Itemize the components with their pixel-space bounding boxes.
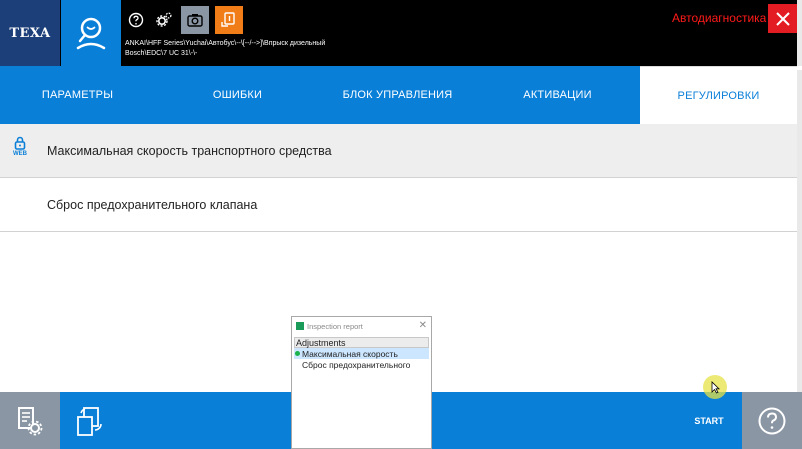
start-button[interactable]: START [684,392,734,449]
mouse-pointer-icon [711,381,720,394]
inspection-report-titlebar: Inspection report [292,317,431,335]
question-circle-icon [758,407,786,434]
adjustment-row-valve-reset[interactable]: Сброс предохранительного клапана [0,178,797,232]
person-search-icon [76,17,106,50]
screenshot-button[interactable] [181,6,209,34]
report-item-label: Максимальная скорость [302,348,398,359]
gears-icon [156,12,172,27]
tab-parameters[interactable]: ПАРАМЕТРЫ [0,66,155,124]
close-icon [775,11,790,26]
question-icon [128,12,144,28]
diagnostic-plug-icon [221,12,235,27]
inspection-report-title: Inspection report [307,321,363,331]
vehicle-path-line-1: ANKAI\HFF Series\Yuchai\Автобус\--\[--/-… [125,40,326,47]
report-item-max-speed[interactable]: Максимальная скорость [294,348,429,359]
close-button[interactable] [768,4,797,33]
vehicle-search-button[interactable] [61,0,121,66]
texa-app-window: TEXA ANKAI\HFF Series\Yuchai\Автобус\--\… [0,0,802,449]
texa-logo: TEXA [0,0,60,66]
adjustment-label: Максимальная скорость транспортного сред… [47,143,332,158]
document-settings-icon [18,406,43,435]
logo-text: TEXA [9,25,51,41]
vehicle-connection-button[interactable] [215,6,243,34]
adjustment-label: Сброс предохранительного клапана [47,197,258,212]
top-header: TEXA ANKAI\HFF Series\Yuchai\Автобус\--\… [0,0,802,66]
header-toolbar [125,6,243,34]
web-badge-text: WEB [13,151,27,157]
document-sync-icon [77,407,102,436]
inspection-report-close-icon[interactable]: ✕ [419,320,427,331]
adjustment-row-max-speed[interactable]: WEB Максимальная скорость транспортного … [0,124,797,178]
vehicle-path: ANKAI\HFF Series\Yuchai\Автобус\--\[--/-… [125,39,405,59]
help-small-button[interactable] [125,9,147,31]
tab-control-unit[interactable]: БЛОК УПРАВЛЕНИЯ [320,66,475,124]
report-column-header: Adjustments [294,337,429,348]
mode-label: Автодиагностика [672,11,767,25]
settings-small-button[interactable] [153,9,175,31]
web-lock-badge: WEB [10,136,30,164]
app-icon [296,322,304,330]
report-item-label: Сброс предохранительного [302,359,411,370]
report-item-valve-reset[interactable]: Сброс предохранительного [294,359,429,370]
window-edge [797,0,802,70]
report-settings-button[interactable] [0,392,60,449]
lock-icon [14,136,26,150]
camera-icon [187,14,203,27]
adjustment-list: WEB Максимальная скорость транспортного … [0,124,797,232]
right-scroll-edge [797,70,802,392]
vehicle-path-line-2: Bosch\EDC\7 UC 31\-\- [125,50,198,57]
status-dot-icon [295,351,300,356]
tab-errors[interactable]: ОШИБКИ [155,66,320,124]
help-button[interactable] [742,392,802,449]
tab-activations[interactable]: АКТИВАЦИИ [475,66,640,124]
inspection-report-window: Inspection report ✕ Adjustments Максимал… [291,316,432,449]
function-tabs: ПАРАМЕТРЫ ОШИБКИ БЛОК УПРАВЛЕНИЯ АКТИВАЦ… [0,66,802,124]
tab-adjustments[interactable]: РЕГУЛИРОВКИ [640,66,797,124]
document-transfer-button[interactable] [70,402,110,442]
